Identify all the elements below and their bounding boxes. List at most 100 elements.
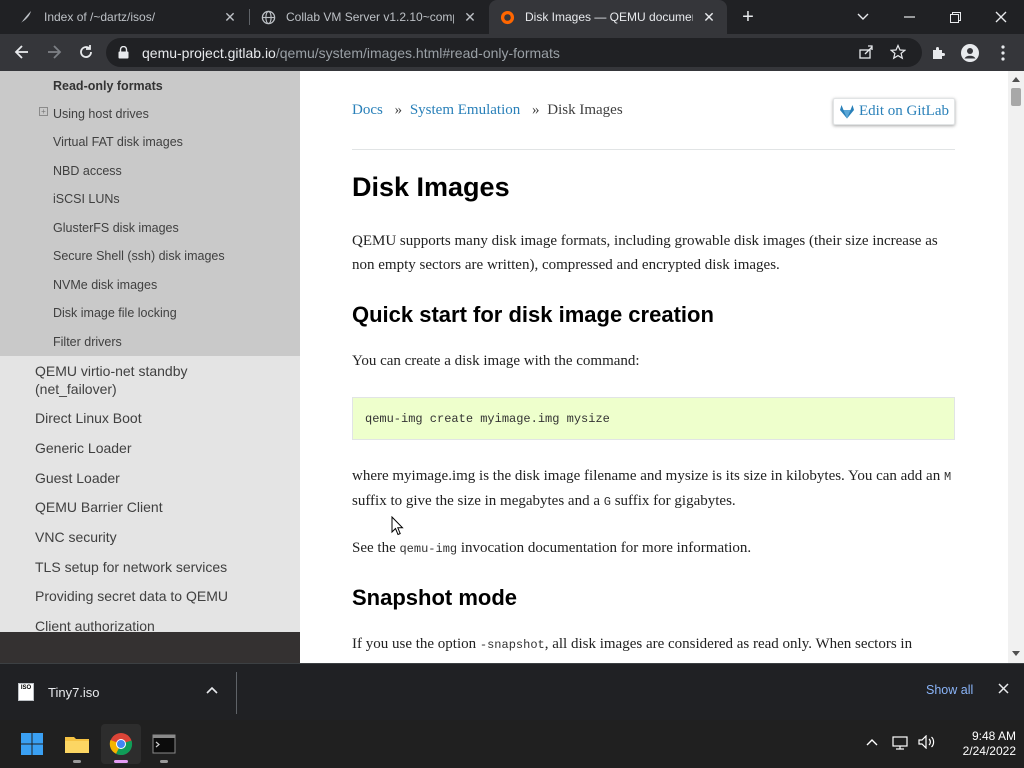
new-tab-button[interactable]: + — [736, 5, 760, 29]
inline-code: G — [603, 495, 611, 509]
arrow-right-icon — [48, 45, 62, 59]
sidebar-item-barrier-client[interactable]: QEMU Barrier Client — [35, 498, 163, 516]
sidebar-item-file-locking[interactable]: Disk image file locking — [53, 304, 177, 322]
page-scrollbar[interactable] — [1008, 71, 1024, 663]
system-clock[interactable]: 9:48 AM 2/24/2022 — [944, 729, 1016, 759]
page-viewport: Read-only formats + Using host drives Vi… — [0, 71, 1024, 663]
url-path: /qemu/system/images.html#read-only-forma… — [275, 44, 560, 61]
qemu-icon — [499, 9, 515, 25]
sidebar-item-guest-loader[interactable]: Guest Loader — [35, 469, 120, 487]
scrollbar-thumb[interactable] — [1011, 88, 1021, 106]
tab-title: Disk Images — QEMU document — [525, 10, 693, 24]
breadcrumb-separator: » — [532, 102, 540, 118]
tab-collab-vm[interactable]: Collab VM Server v1.2.10~compu ✕ — [250, 0, 488, 34]
chevron-up-icon[interactable] — [206, 683, 218, 697]
iso-file-icon: ISO — [18, 683, 34, 701]
download-bar: ISO Tiny7.iso Show all — [0, 663, 1024, 720]
reload-icon — [80, 45, 92, 58]
close-icon[interactable]: ✕ — [701, 9, 717, 25]
see-paragraph: See the qemu-img invocation documentatio… — [352, 536, 955, 561]
header-divider — [352, 149, 955, 150]
qemu-img-link[interactable]: qemu-img — [399, 542, 457, 556]
forward-button[interactable] — [40, 38, 68, 66]
lock-icon[interactable] — [118, 46, 132, 59]
arrow-left-icon — [14, 45, 28, 59]
close-icon[interactable] — [998, 681, 1009, 699]
tab-search-button[interactable] — [840, 0, 886, 34]
create-paragraph: You can create a disk image with the com… — [352, 353, 640, 369]
tab-title: Index of /~dartz/isos/ — [44, 10, 156, 24]
code-command: qemu-img create myimage.img mysize — [365, 412, 610, 426]
show-all-button[interactable]: Show all — [926, 683, 973, 697]
text-run: suffix for gigabytes. — [610, 493, 736, 509]
sidebar-item-iscsi-luns[interactable]: iSCSI LUNs — [53, 190, 120, 208]
sidebar-item-glusterfs[interactable]: GlusterFS disk images — [53, 219, 179, 237]
sidebar-item-read-only-formats[interactable]: Read-only formats — [53, 77, 163, 95]
sidebar-item-vnc-security[interactable]: VNC security — [35, 528, 117, 546]
text-run: If you use the option — [352, 636, 480, 652]
heading-snapshot-mode: Snapshot mode — [352, 585, 518, 610]
tab-disk-images[interactable]: Disk Images — QEMU document ✕ — [489, 0, 727, 34]
where-paragraph: where myimage.img is the disk image file… — [352, 464, 955, 514]
docs-sidebar: Read-only formats + Using host drives Vi… — [0, 71, 300, 663]
breadcrumb-docs-link[interactable]: Docs — [352, 102, 383, 118]
expand-plus-icon[interactable]: + — [39, 107, 48, 116]
sidebar-item-net-failover[interactable]: QEMU virtio-net standby (net_failover) — [35, 362, 188, 398]
browser-tab-bar: Index of /~dartz/isos/ ✕ Collab VM Serve… — [0, 0, 1024, 34]
scroll-down-arrow-icon[interactable] — [1012, 651, 1020, 656]
sidebar-item-direct-linux-boot[interactable]: Direct Linux Boot — [35, 409, 142, 427]
breadcrumb-current: Disk Images — [547, 102, 623, 118]
start-button[interactable] — [12, 724, 52, 764]
reload-button[interactable] — [72, 38, 100, 66]
sidebar-item-ssh-disk-images[interactable]: Secure Shell (ssh) disk images — [53, 247, 225, 265]
minimize-button[interactable] — [886, 0, 932, 34]
code-block: qemu-img create myimage.img mysize — [352, 397, 955, 440]
address-bar[interactable]: qemu-project.gitlab.io/qemu/system/image… — [106, 38, 922, 67]
tab-index-of-isos[interactable]: Index of /~dartz/isos/ ✕ — [8, 0, 248, 34]
chrome-taskbar-button[interactable] — [101, 724, 141, 764]
text-run: invocation documentation for more inform… — [457, 540, 752, 556]
sidebar-item-tls-setup[interactable]: TLS setup for network services — [35, 558, 227, 576]
back-button[interactable] — [8, 38, 36, 66]
mouse-cursor-icon — [391, 515, 404, 541]
extensions-icon[interactable] — [927, 42, 949, 64]
profile-icon[interactable] — [959, 42, 981, 64]
sidebar-item-generic-loader[interactable]: Generic Loader — [35, 439, 132, 457]
tab-title: Collab VM Server v1.2.10~compu — [286, 10, 454, 24]
chrome-icon — [109, 733, 133, 756]
chevron-up-icon[interactable] — [866, 734, 878, 749]
folder-icon — [65, 737, 89, 753]
sidebar-item-secret-data[interactable]: Providing secret data to QEMU — [35, 587, 228, 605]
sidebar-item-filter-drivers[interactable]: Filter drivers — [53, 333, 122, 351]
scroll-up-arrow-icon[interactable] — [1012, 77, 1020, 82]
close-icon[interactable]: ✕ — [222, 9, 238, 25]
breadcrumb: Docs » System Emulation » Disk Images — [352, 102, 623, 119]
close-icon[interactable]: ✕ — [462, 9, 478, 25]
sidebar-item-nbd-access[interactable]: NBD access — [53, 162, 122, 180]
network-icon[interactable] — [892, 736, 910, 753]
snapshot-paragraph: If you use the option -snapshot, all dis… — [352, 632, 955, 657]
text-run: where myimage.img is the disk image file… — [352, 468, 944, 484]
share-icon[interactable] — [856, 42, 876, 62]
running-indicator — [160, 760, 168, 763]
sidebar-item-virtual-fat[interactable]: Virtual FAT disk images — [53, 133, 183, 151]
breadcrumb-system-emulation-link[interactable]: System Emulation — [410, 102, 520, 118]
intro-paragraph: QEMU supports many disk image formats, i… — [352, 233, 938, 273]
download-item[interactable]: ISO Tiny7.iso — [18, 683, 100, 701]
more-vert-icon[interactable] — [992, 42, 1014, 64]
terminal-taskbar-button[interactable] — [144, 724, 184, 764]
sidebar-item-using-host-drives[interactable]: Using host drives — [53, 105, 149, 123]
download-filename: Tiny7.iso — [48, 684, 100, 700]
close-window-button[interactable] — [978, 0, 1024, 34]
edit-on-gitlab-button[interactable]: Edit on GitLab — [833, 98, 955, 125]
clock-date: 2/24/2022 — [962, 744, 1016, 758]
text-run: suffix to give the size in megabytes and… — [352, 493, 604, 509]
sidebar-item-nvme[interactable]: NVMe disk images — [53, 276, 157, 294]
active-indicator — [114, 760, 128, 763]
volume-icon[interactable] — [918, 734, 936, 752]
text-run: See the — [352, 540, 400, 556]
file-explorer-button[interactable] — [57, 724, 97, 764]
star-icon[interactable] — [888, 42, 908, 62]
restore-button[interactable] — [932, 0, 978, 34]
sidebar-item-label: QEMU virtio-net standby — [35, 363, 188, 379]
